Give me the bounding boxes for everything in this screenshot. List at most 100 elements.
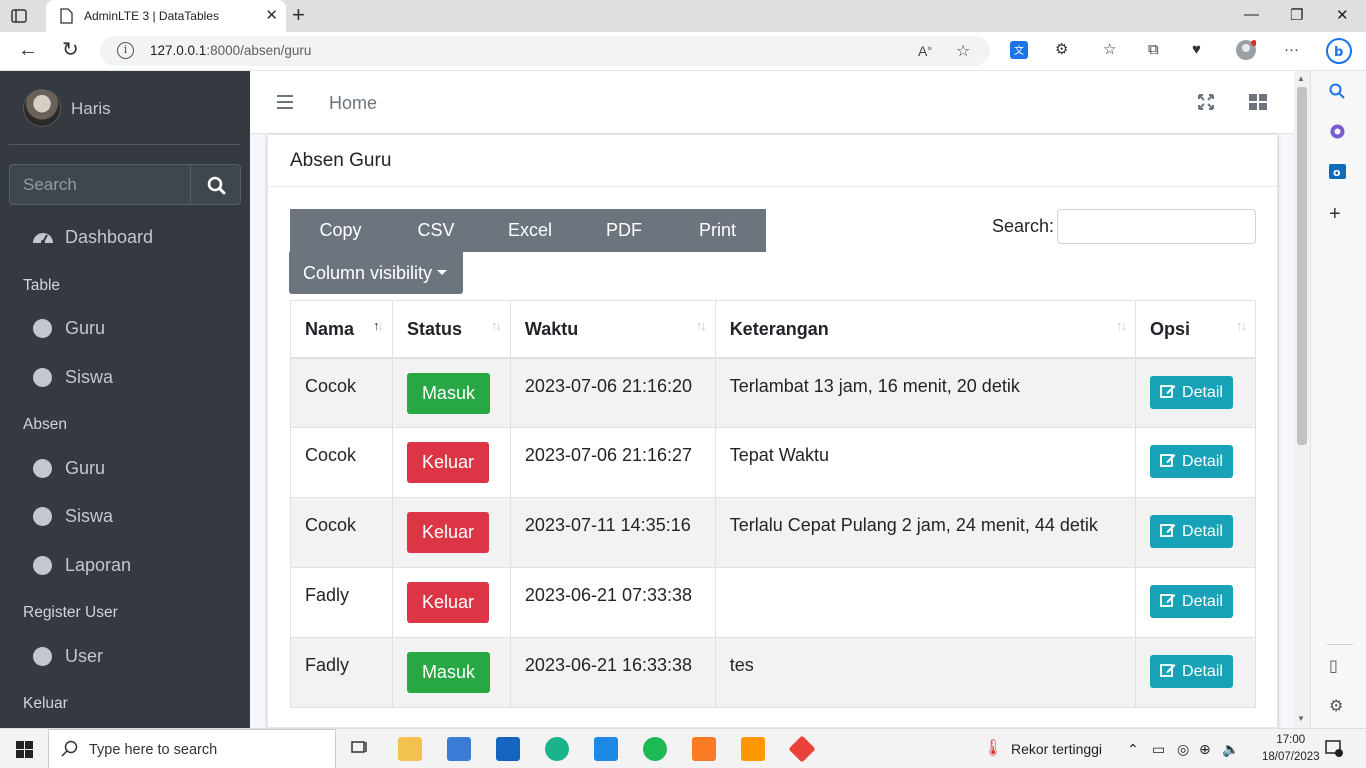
excel-button[interactable]: Excel — [481, 209, 579, 252]
performance-icon[interactable]: ♥ — [1192, 42, 1201, 58]
tray-chevron-icon[interactable]: ⌃ — [1127, 741, 1139, 758]
volume-icon[interactable]: 🔈 — [1222, 741, 1239, 758]
col-header-waktu[interactable]: Waktu ↑↓ — [509, 300, 716, 359]
pdf-button[interactable]: PDF — [579, 209, 669, 252]
table-search-input[interactable] — [1057, 209, 1256, 244]
nav-header-keluar[interactable]: Keluar — [23, 695, 68, 713]
sublime-text-icon[interactable] — [741, 737, 765, 761]
back-icon[interactable]: ← — [18, 40, 38, 60]
taskbar-search-box[interactable]: Type here to search — [48, 729, 336, 768]
weather-text[interactable]: Rekor tertinggi — [1011, 741, 1102, 757]
sidebar-search-input[interactable] — [9, 164, 191, 205]
sidebar-item-absen-laporan[interactable]: Laporan — [9, 545, 241, 585]
detail-button[interactable]: Detail — [1150, 515, 1233, 548]
minimize-icon[interactable]: — — [1244, 6, 1259, 23]
status-badge[interactable]: Keluar — [406, 442, 489, 483]
sidebar-item-label: User — [65, 646, 104, 666]
menu-toggle-icon[interactable] — [277, 95, 293, 109]
favorite-star-icon[interactable]: ☆ — [956, 41, 970, 61]
edit-icon — [1160, 454, 1176, 467]
sidebar-item-absen-siswa[interactable]: Siswa — [9, 496, 241, 536]
refresh-icon[interactable]: ↻ — [62, 40, 79, 60]
nav-home-link[interactable]: Home — [329, 93, 377, 114]
translate-icon[interactable]: 文 — [1010, 41, 1028, 63]
copy-button[interactable]: Copy — [290, 209, 391, 252]
window-close-icon[interactable]: ✕ — [1336, 6, 1349, 24]
column-visibility-button[interactable]: Column visibility — [289, 252, 463, 294]
status-badge[interactable]: Masuk — [406, 372, 490, 414]
taskbar-search-placeholder: Type here to search — [89, 742, 218, 758]
read-aloud-icon[interactable]: A» — [918, 43, 932, 59]
detail-label: Detail — [1182, 663, 1223, 680]
vscode-icon[interactable] — [594, 737, 618, 761]
detail-button[interactable]: Detail — [1150, 655, 1233, 688]
print-button[interactable]: Print — [669, 209, 766, 252]
scroll-thumb[interactable] — [1297, 87, 1307, 445]
sidebar-item-table-siswa[interactable]: Siswa — [9, 357, 241, 397]
sidebar-item-absen-guru[interactable]: Guru — [9, 448, 241, 488]
edge-browser-icon[interactable] — [545, 737, 569, 761]
spotify-icon[interactable] — [643, 737, 667, 761]
sidebar-search-button[interactable] — [190, 164, 241, 205]
task-view-icon[interactable] — [349, 737, 373, 761]
detail-button[interactable]: Detail — [1150, 445, 1233, 478]
search-icon[interactable] — [1329, 83, 1345, 104]
user-name[interactable]: Haris — [71, 99, 111, 119]
xampp-icon[interactable] — [692, 737, 716, 761]
control-sidebar-icon[interactable] — [1249, 93, 1267, 111]
profile-avatar-icon[interactable] — [1236, 40, 1257, 64]
tab-actions-icon[interactable] — [10, 7, 28, 25]
notifications-icon[interactable] — [1325, 739, 1343, 760]
tab-close-icon[interactable]: ✕ — [265, 6, 278, 24]
col-header-opsi[interactable]: Opsi ↑↓ — [1135, 300, 1256, 359]
address-bar[interactable]: i 127.0.0.1:8000/absen/guru A» ☆ — [100, 36, 990, 66]
taskbar-clock[interactable]: 17:00 18/07/2023 — [1262, 732, 1320, 766]
user-panel[interactable]: Haris — [9, 71, 241, 145]
sort-icon: ↑↓ — [1236, 318, 1247, 333]
copilot-icon[interactable] — [1329, 123, 1346, 145]
sidebar-item-user[interactable]: User — [9, 636, 241, 676]
extensions-icon[interactable]: ⚙ — [1055, 42, 1068, 58]
outlook-icon[interactable]: o — [1329, 163, 1346, 185]
status-badge[interactable]: Keluar — [406, 582, 489, 623]
detail-button[interactable]: Detail — [1150, 585, 1233, 618]
git-icon[interactable] — [788, 735, 816, 763]
col-header-status[interactable]: Status ↑↓ — [391, 300, 511, 359]
fullscreen-icon[interactable] — [1197, 93, 1215, 111]
new-tab-icon[interactable]: + — [292, 4, 305, 26]
csv-button[interactable]: CSV — [391, 209, 481, 252]
collections-icon[interactable]: ⧉ — [1148, 42, 1159, 58]
bing-copilot-icon[interactable]: b — [1326, 38, 1352, 68]
sidebar-item-label: Dashboard — [65, 227, 154, 247]
page-scrollbar[interactable]: ▲ ▼ — [1294, 71, 1310, 728]
page-favicon-icon — [60, 8, 73, 24]
detail-button[interactable]: Detail — [1150, 375, 1233, 409]
circle-icon — [33, 459, 52, 478]
file-explorer-icon[interactable] — [398, 737, 422, 761]
col-header-nama[interactable]: Nama ↑↓ — [290, 300, 393, 359]
status-badge[interactable]: Keluar — [406, 512, 489, 553]
detail-label: Detail — [1182, 523, 1223, 540]
battery-icon[interactable]: ▭ — [1152, 741, 1165, 758]
microsoft-store-icon[interactable] — [447, 737, 471, 761]
windows-start-icon[interactable] — [16, 741, 33, 763]
sidebar-item-table-guru[interactable]: Guru — [9, 308, 241, 348]
cell-status: Keluar — [391, 427, 511, 498]
more-menu-icon[interactable]: ··· — [1284, 42, 1299, 58]
sidebar-layout-icon[interactable]: ▯ — [1329, 656, 1338, 676]
scroll-up-icon[interactable]: ▲ — [1297, 74, 1305, 83]
mail-icon[interactable] — [496, 737, 520, 761]
network-globe-icon[interactable]: ⊕ — [1199, 741, 1211, 758]
settings-gear-icon[interactable]: ⚙ — [1329, 696, 1343, 716]
scroll-down-icon[interactable]: ▼ — [1297, 714, 1305, 723]
col-header-keterangan[interactable]: Keterangan ↑↓ — [714, 300, 1137, 359]
browser-tab[interactable]: AdminLTE 3 | DataTables ✕ — [46, 0, 286, 32]
sidebar-item-dashboard[interactable]: Dashboard — [9, 217, 241, 257]
restore-icon[interactable]: ❐ — [1290, 6, 1303, 24]
cell-nama: Fadly — [290, 567, 393, 638]
status-badge[interactable]: Masuk — [406, 652, 490, 693]
favorites-icon[interactable]: ☆ — [1103, 42, 1116, 58]
camera-icon[interactable]: ◎ — [1177, 741, 1189, 758]
add-icon[interactable]: + — [1329, 203, 1341, 226]
site-info-icon[interactable]: i — [117, 42, 134, 59]
